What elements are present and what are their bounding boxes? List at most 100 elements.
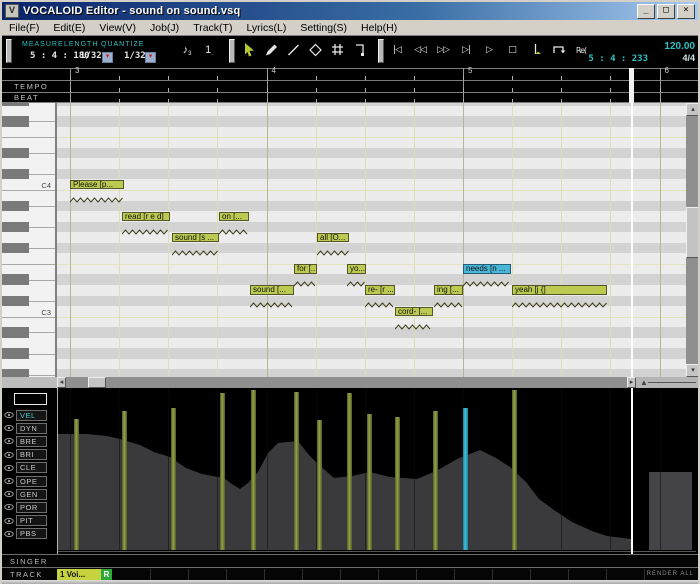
eye-icon[interactable]: [4, 464, 14, 472]
vscroll-down-icon[interactable]: ▾: [686, 364, 698, 377]
note-block[interactable]: sound [...: [250, 285, 294, 295]
menu-item-track[interactable]: Track(T): [186, 22, 239, 34]
note-selected[interactable]: needs [n ...: [463, 264, 511, 274]
black-key[interactable]: [2, 221, 29, 233]
velocity-bar[interactable]: [367, 414, 372, 550]
black-key[interactable]: [2, 116, 29, 127]
render-icon[interactable]: Re(: [572, 42, 590, 59]
piano-roll-grid[interactable]: Please [p... read [r e d] on [... sound [s …: [57, 103, 686, 377]
black-key[interactable]: [2, 147, 29, 159]
pencil-tool-icon[interactable]: [262, 42, 280, 59]
velocity-bar[interactable]: [220, 393, 225, 550]
menu-item-help[interactable]: Help(H): [354, 22, 404, 34]
eye-icon[interactable]: [4, 490, 14, 498]
param-button-cle[interactable]: CLE: [16, 462, 47, 474]
note-block[interactable]: on [...: [219, 211, 249, 222]
playback-cursor-marker[interactable]: [629, 68, 634, 103]
black-key[interactable]: [2, 103, 29, 106]
param-button-vel[interactable]: VEL: [16, 409, 47, 421]
param-button-pbs[interactable]: PBS: [16, 528, 47, 540]
eye-icon[interactable]: [4, 517, 14, 525]
play-icon[interactable]: ▷: [480, 42, 498, 59]
eye-icon[interactable]: [4, 530, 14, 538]
zoom-slider-thumb[interactable]: ▲: [640, 378, 648, 387]
singer-row[interactable]: SINGER: [2, 554, 698, 567]
black-key[interactable]: [2, 274, 29, 285]
close-button[interactable]: ×: [677, 4, 695, 19]
hscroll-track[interactable]: [57, 377, 636, 388]
horizontal-scrollbar[interactable]: ◂ ▸ ▲: [2, 377, 698, 388]
note-insert-tool-icon[interactable]: [350, 42, 368, 59]
quantize-dropdown-icon[interactable]: ▾: [145, 52, 156, 63]
line-tool-icon[interactable]: [284, 42, 302, 59]
render-all-button[interactable]: RENDER ALL: [647, 571, 694, 577]
zoom-slider[interactable]: ▲: [636, 377, 698, 388]
black-key[interactable]: [2, 242, 29, 254]
triplet-note-button[interactable]: ♪3: [178, 42, 196, 59]
param-button-ope[interactable]: OPE: [16, 475, 47, 487]
note-block[interactable]: cord- [...: [395, 306, 433, 317]
black-key[interactable]: [2, 369, 29, 377]
vertical-scrollbar[interactable]: ▴ ▾: [686, 103, 698, 377]
hscroll-thumb[interactable]: [88, 377, 106, 388]
note-block[interactable]: re- [r ...: [365, 285, 395, 295]
velocity-bar[interactable]: [512, 390, 517, 550]
dotted-note-button[interactable]: 1.: [200, 42, 218, 59]
velocity-bar[interactable]: [317, 420, 322, 550]
eye-icon[interactable]: [4, 477, 14, 485]
velocity-bar[interactable]: [433, 411, 438, 550]
piano-keyboard[interactable]: C4 C3: [2, 103, 55, 377]
param-button-dyn[interactable]: DYN: [16, 422, 47, 434]
note-block[interactable]: for [...: [294, 264, 317, 274]
position-marker-icon[interactable]: [526, 42, 544, 59]
eye-icon[interactable]: [4, 424, 14, 432]
note-block[interactable]: all [O...: [317, 232, 349, 243]
eye-icon[interactable]: [4, 503, 14, 511]
toolbar-grip[interactable]: [6, 39, 12, 63]
menu-item-edit[interactable]: Edit(E): [46, 22, 92, 34]
note-block[interactable]: yo...: [347, 264, 366, 274]
eye-icon[interactable]: [4, 411, 14, 419]
track-row[interactable]: TRACK 1 Voi... R RENDER ALL: [2, 567, 698, 580]
param-button-bre[interactable]: BRE: [16, 435, 47, 447]
param-button-gen[interactable]: GEN: [16, 488, 47, 500]
maximize-button[interactable]: □: [657, 4, 675, 19]
velocity-bar[interactable]: [395, 417, 400, 550]
note-block[interactable]: yeah [j {]: [512, 285, 607, 295]
go-to-end-icon[interactable]: ▷|: [457, 42, 475, 59]
black-key[interactable]: [2, 200, 29, 212]
menu-item-view[interactable]: View(V): [92, 22, 143, 34]
track-tab[interactable]: 1 Voi...: [57, 569, 101, 580]
eraser-tool-icon[interactable]: [306, 42, 324, 59]
menu-item-setting[interactable]: Setting(S): [293, 22, 354, 34]
velocity-bar[interactable]: [251, 390, 256, 550]
black-key[interactable]: [2, 295, 29, 307]
velocity-bar[interactable]: [171, 408, 176, 550]
title-bar[interactable]: V VOCALOID Editor - sound on sound.vsq _…: [2, 2, 698, 20]
measure-ruler[interactable]: TEMPO BEAT 3 4 5 6: [2, 64, 698, 103]
toolbar-grip[interactable]: [229, 39, 235, 63]
note-block[interactable]: ing [...: [434, 285, 463, 295]
param-button-bri[interactable]: BRI: [16, 449, 47, 461]
track-render-button[interactable]: R: [101, 569, 112, 580]
fast-forward-icon[interactable]: ▷▷: [434, 42, 452, 59]
param-button-por[interactable]: POR: [16, 501, 47, 513]
minimize-button[interactable]: _: [637, 4, 655, 19]
note-block[interactable]: sound [s ...: [172, 232, 219, 243]
parameter-graph[interactable]: [57, 388, 696, 554]
velocity-bar[interactable]: [347, 393, 352, 550]
velocity-bar[interactable]: [74, 419, 79, 550]
velocity-bar-selected[interactable]: [463, 408, 468, 550]
hscroll-left-icon[interactable]: ◂: [57, 377, 66, 388]
loop-icon[interactable]: [549, 42, 567, 59]
menu-item-job[interactable]: Job(J): [143, 22, 186, 34]
black-key[interactable]: [2, 168, 29, 180]
eye-icon[interactable]: [4, 451, 14, 459]
pointer-tool-icon[interactable]: [240, 42, 258, 59]
toolbar-grip[interactable]: [378, 39, 384, 63]
length-dropdown-icon[interactable]: ▾: [102, 52, 113, 63]
black-key[interactable]: [2, 348, 29, 359]
note-block[interactable]: read [r e d]: [122, 211, 170, 222]
stop-icon[interactable]: □: [503, 42, 521, 59]
rewind-icon[interactable]: ◁◁: [411, 42, 429, 59]
